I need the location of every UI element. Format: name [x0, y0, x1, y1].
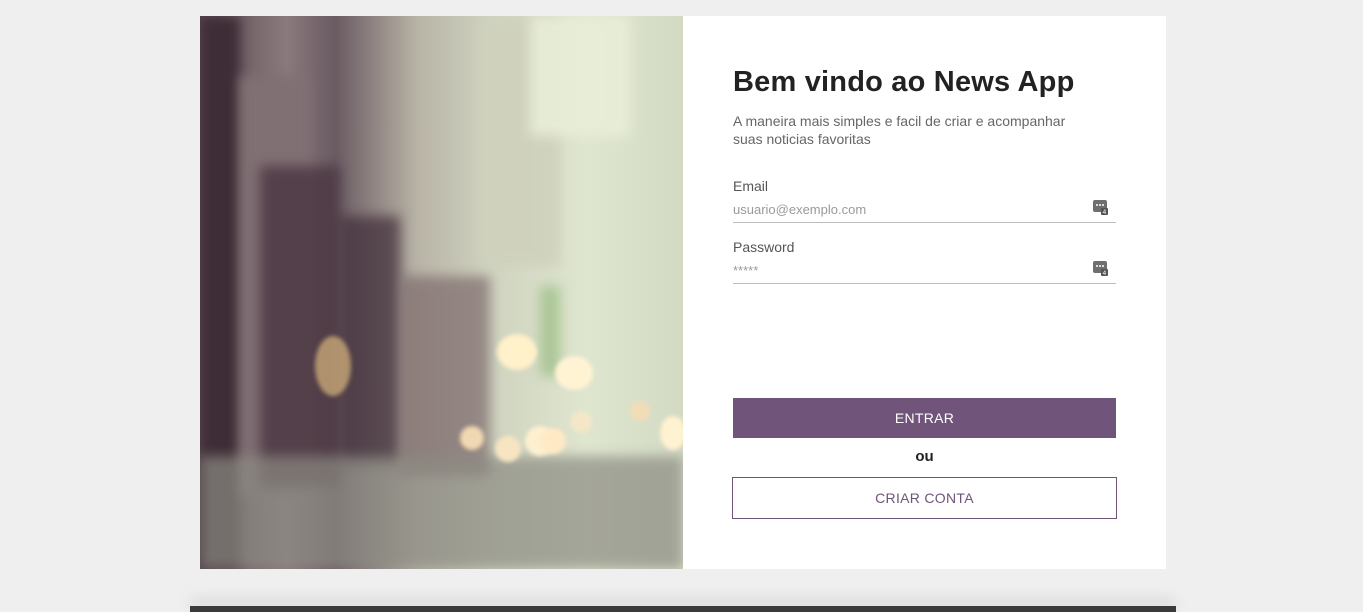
- svg-text:4: 4: [1103, 209, 1107, 215]
- page-title: Bem vindo ao News App: [733, 66, 1075, 98]
- svg-text:4: 4: [1103, 270, 1107, 276]
- password-input-wrapper: 4: [733, 259, 1116, 284]
- blurred-city-photo: [200, 16, 683, 569]
- email-label: Email: [733, 178, 769, 194]
- password-input[interactable]: [733, 259, 1073, 281]
- create-account-button[interactable]: CRIAR CONTA: [732, 477, 1117, 519]
- password-field-group: Password 4: [733, 239, 1116, 284]
- login-card: Bem vindo ao News App A maneira mais sim…: [200, 16, 1166, 569]
- password-label: Password: [733, 239, 795, 255]
- email-input-wrapper: 4: [733, 198, 1116, 223]
- email-field-group: Email 4: [733, 178, 1116, 223]
- bottom-edge-shadow: [190, 606, 1176, 612]
- email-input[interactable]: [733, 198, 1073, 220]
- page-subtitle: A maneira mais simples e facil de criar …: [733, 113, 1066, 147]
- password-manager-key-icon[interactable]: 4: [1093, 261, 1108, 276]
- login-form: Bem vindo ao News App A maneira mais sim…: [683, 16, 1166, 569]
- or-separator: ou: [915, 448, 934, 465]
- login-button[interactable]: ENTRAR: [733, 398, 1116, 438]
- password-manager-key-icon[interactable]: 4: [1093, 200, 1108, 215]
